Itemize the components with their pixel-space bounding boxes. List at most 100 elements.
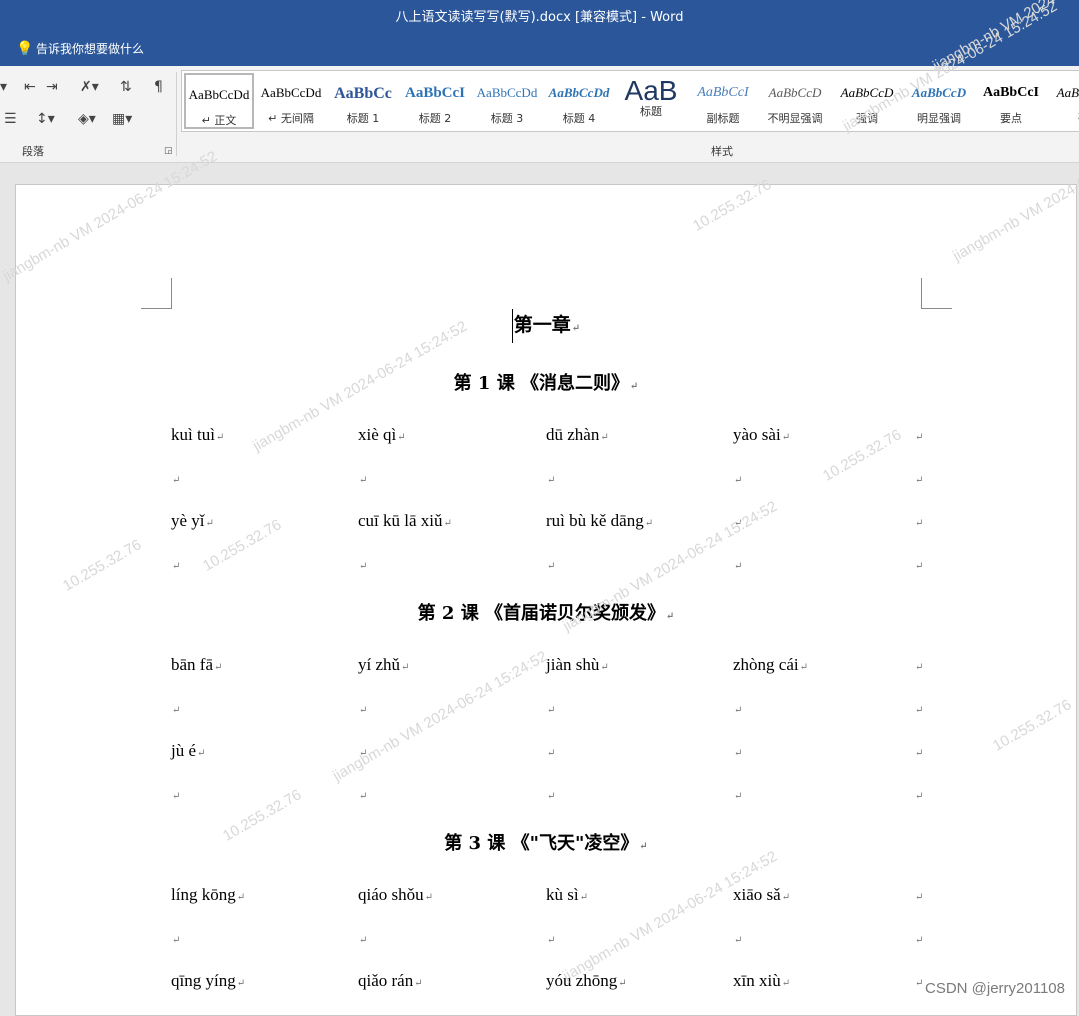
- table-cell[interactable]: ↵: [733, 554, 742, 574]
- table-cell[interactable]: qiǎo rán↵: [358, 971, 423, 991]
- table-cell[interactable]: ↵: [546, 698, 555, 718]
- cell-end-mark: ↵: [414, 978, 423, 989]
- paragraph-group: ▾ ⇤ ⇥ ✗▾ ⇅ ¶ ☰ ↕▾ ◈▾ ▦▾ 段落 ◲: [0, 66, 176, 162]
- cell-end-mark: ↵: [547, 935, 556, 946]
- table-cell[interactable]: xiāo sǎ↵: [733, 885, 790, 905]
- sort-icon[interactable]: ⇅: [120, 78, 132, 96]
- table-cell[interactable]: ↵: [358, 698, 367, 718]
- style-tile[interactable]: AaBbCcD 引: [1048, 73, 1079, 129]
- style-sample: AaBbCcDd: [548, 85, 610, 100]
- table-cell[interactable]: ↵: [914, 928, 923, 948]
- table-cell[interactable]: yí zhǔ↵: [358, 655, 409, 675]
- style-tile[interactable]: AaBbCcDd 标题 3: [472, 73, 542, 129]
- table-cell[interactable]: qīng yíng↵: [171, 971, 245, 991]
- table-cell[interactable]: ↵: [358, 468, 367, 488]
- pinyin-text: bān fā: [171, 655, 214, 674]
- table-cell[interactable]: ↵: [733, 784, 742, 804]
- table-cell[interactable]: yào sài↵: [733, 425, 790, 445]
- chinese-layout-icon[interactable]: ✗▾: [80, 78, 99, 96]
- table-cell[interactable]: líng kōng↵: [171, 885, 245, 905]
- style-tile[interactable]: AaBbCcDd ↵ 无间隔: [256, 73, 326, 129]
- style-tile[interactable]: AaBbCcD 不明显强调: [760, 73, 830, 129]
- pinyin-text: yí zhǔ: [358, 655, 401, 674]
- table-cell[interactable]: zhòng cái↵: [733, 655, 808, 675]
- table-cell[interactable]: ↵: [171, 468, 180, 488]
- cell-end-mark: ↵: [734, 475, 743, 486]
- table-cell[interactable]: ↵: [358, 928, 367, 948]
- table-cell[interactable]: xīn xiù↵: [733, 971, 790, 991]
- table-cell[interactable]: ↵: [733, 698, 742, 718]
- table-cell[interactable]: ↵: [733, 468, 742, 488]
- table-cell[interactable]: ↵: [914, 554, 923, 574]
- justify-icon[interactable]: ☰: [4, 110, 17, 128]
- style-tile[interactable]: AaBbCcI 标题 2: [400, 73, 470, 129]
- table-cell[interactable]: ↵: [914, 698, 923, 718]
- tell-me-label: 告诉我你想要做什么: [36, 42, 145, 56]
- table-cell[interactable]: ↵: [546, 784, 555, 804]
- table-cell[interactable]: kù sì↵: [546, 885, 588, 905]
- lesson-title: 第 1 课 《消息二则》↵: [16, 369, 1076, 395]
- cell-end-mark: ↵: [172, 561, 181, 572]
- table-cell[interactable]: ↵: [914, 425, 923, 445]
- table-cell[interactable]: dū zhàn↵: [546, 425, 609, 445]
- table-cell[interactable]: bān fā↵: [171, 655, 222, 675]
- borders-icon[interactable]: ▦▾: [112, 110, 132, 128]
- show-marks-icon[interactable]: ¶: [154, 78, 163, 96]
- pinyin-text: kù sì: [546, 885, 579, 904]
- table-cell[interactable]: ↵: [546, 741, 555, 761]
- dialog-launcher-icon[interactable]: ◲: [164, 146, 173, 156]
- table-cell[interactable]: ↵: [914, 511, 923, 531]
- table-cell[interactable]: yè yǐ↵: [171, 511, 214, 531]
- cell-end-mark: ↵: [359, 935, 368, 946]
- cell-end-mark: ↵: [734, 935, 743, 946]
- table-cell[interactable]: qiáo shǒu↵: [358, 885, 433, 905]
- pinyin-text: dū zhàn: [546, 425, 600, 444]
- table-cell[interactable]: ↵: [171, 554, 180, 574]
- paragraph-group-label: 段落: [22, 145, 44, 158]
- table-cell[interactable]: ↵: [914, 784, 923, 804]
- table-cell[interactable]: xiè qì↵: [358, 425, 406, 445]
- cell-end-mark: ↵: [359, 705, 368, 716]
- line-spacing-icon[interactable]: ↕▾: [36, 110, 55, 128]
- chapter-title-text: 第一章: [513, 314, 571, 336]
- style-tile[interactable]: AaBbCcDd ↵ 正文: [184, 73, 254, 129]
- table-cell[interactable]: ↵: [171, 784, 180, 804]
- cell-end-mark: ↵: [443, 518, 452, 529]
- style-name: 明显强调: [917, 112, 961, 125]
- decrease-indent-icon[interactable]: ⇤: [24, 78, 36, 96]
- lesson-title: 第 2 课 《首届诺贝尔奖颁发》↵: [16, 599, 1076, 625]
- table-cell[interactable]: ↵: [358, 554, 367, 574]
- table-cell[interactable]: ↵: [914, 468, 923, 488]
- tell-me-box[interactable]: 💡 告诉我你想要做什么: [16, 40, 144, 57]
- style-tile[interactable]: AaBbCc 标题 1: [328, 73, 398, 129]
- table-cell[interactable]: jù é↵: [171, 741, 205, 761]
- table-cell[interactable]: ↵: [914, 655, 923, 675]
- table-cell[interactable]: ↵: [546, 554, 555, 574]
- table-cell[interactable]: ruì bù kě dāng↵: [546, 511, 653, 531]
- table-cell[interactable]: ↵: [733, 741, 742, 761]
- style-tile[interactable]: AaBbCcI 要点: [976, 73, 1046, 129]
- table-cell[interactable]: ↵: [171, 698, 180, 718]
- pinyin-text: ruì bù kě dāng: [546, 511, 644, 530]
- table-cell[interactable]: ↵: [546, 928, 555, 948]
- style-tile[interactable]: AaBbCcI 副标题: [688, 73, 758, 129]
- shading-icon[interactable]: ◈▾: [78, 110, 96, 128]
- style-name: 标题: [640, 105, 662, 118]
- table-cell[interactable]: kuì tuì↵: [171, 425, 224, 445]
- table-cell[interactable]: ↵: [171, 928, 180, 948]
- table-cell[interactable]: ↵: [546, 468, 555, 488]
- table-cell[interactable]: ↵: [733, 928, 742, 948]
- cell-end-mark: ↵: [915, 978, 924, 989]
- table-cell[interactable]: cuī kū lā xiǔ↵: [358, 511, 452, 531]
- table-cell[interactable]: ↵: [358, 784, 367, 804]
- increase-indent-icon[interactable]: ⇥: [46, 78, 58, 96]
- table-cell[interactable]: ↵: [914, 741, 923, 761]
- style-tile[interactable]: AaBbCcDd 标题 4: [544, 73, 614, 129]
- table-cell[interactable]: jiàn shù↵: [546, 655, 609, 675]
- style-tile[interactable]: AaB 标题: [616, 73, 686, 129]
- document-page[interactable]: 第一章 ↵ 第 1 课 《消息二则》↵ kuì tuì↵ xiè qì↵ dū zhàn…: [15, 184, 1077, 1016]
- table-cell[interactable]: ↵: [914, 885, 923, 905]
- pinyin-text: jù é: [171, 741, 197, 760]
- list-dropdown-icon[interactable]: ▾: [0, 78, 7, 96]
- table-cell[interactable]: ↵: [914, 971, 923, 991]
